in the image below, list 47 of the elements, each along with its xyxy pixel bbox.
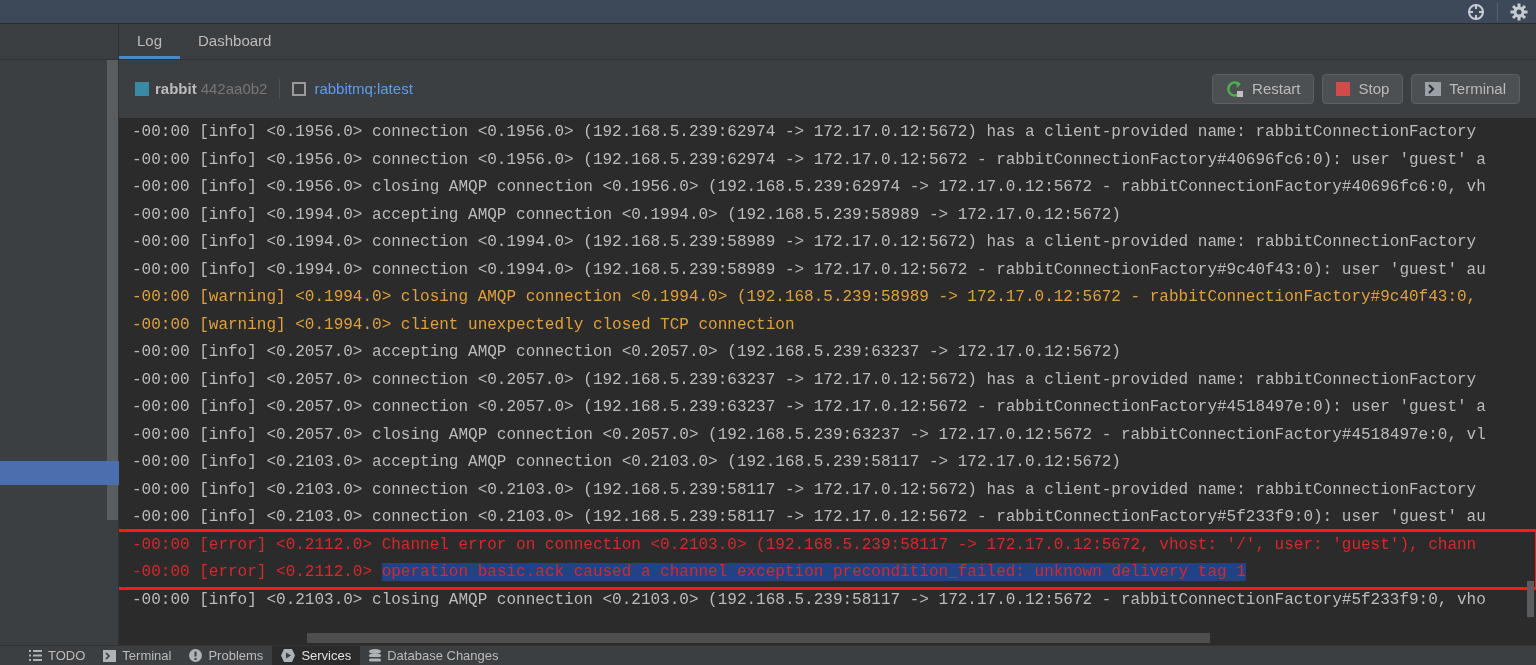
terminal-button[interactable]: Terminal	[1411, 74, 1520, 104]
log-line: -00:00 [info] <0.2057.0> closing AMQP connection <0.2057.0> (192.168.5.239:63237 -> 172.17.0.12:5672 - rabbitConnectionFactory#4518497e:0, vl	[132, 425, 1486, 444]
tool-window-tab[interactable]: Problems	[180, 646, 273, 665]
restart-button[interactable]: Restart	[1212, 74, 1315, 104]
tool-window-tab[interactable]: Services	[272, 646, 361, 665]
log-line: -00:00 [info] <0.2103.0> connection <0.2103.0> (192.168.5.239:58117 -> 172.17.0.12:5672 - rabbitConnectionFactory#5f233f9:0): user 'guest' au	[132, 508, 1486, 526]
log-line: -00:00 [info] <0.2057.0> connection <0.2057.0> (192.168.5.239:63237 -> 172.17.0.12:5672) has a client-provided name: rabbitConnectionFactory	[132, 370, 1477, 389]
database-icon	[369, 648, 382, 663]
restart-icon	[1226, 80, 1245, 98]
log-line: -00:00 [warning] <0.1994.0> client unexpectedly closed TCP connection	[132, 315, 795, 334]
terminal-icon	[103, 649, 117, 662]
container-name: rabbit	[155, 78, 197, 99]
image-link[interactable]: rabbitmq:latest	[314, 77, 413, 101]
terminal-icon	[1425, 82, 1442, 96]
vertical-scrollbar[interactable]	[1527, 581, 1534, 617]
selected-row[interactable]	[0, 461, 119, 485]
crosshair-icon[interactable]	[1467, 2, 1485, 21]
log-line: -00:00 [info] <0.1994.0> connection <0.1994.0> (192.168.5.239:58989 -> 172.17.0.12:5672) has a client-provided name: rabbitConnectionFactory	[132, 233, 1477, 251]
log-line: -00:00 [info] <0.2103.0> closing AMQP connection <0.2103.0> (192.168.5.239:58117 -> 172.17.0.12:5672 - rabbitConnectionFactory#5f233f9:0, vho	[132, 590, 1486, 609]
log-line: -00:00 [info] <0.1994.0> connection <0.1994.0> (192.168.5.239:58989 -> 172.17.0.12:5672 - rabbitConnectionFactory#9c40f43:0): user 'guest' au	[132, 260, 1486, 279]
tab[interactable]: Dashboard	[180, 24, 290, 59]
log-line: -00:00 [info] <0.1956.0> connection <0.1956.0> (192.168.5.239:62974 -> 172.17.0.12:5672 - rabbitConnectionFactory#40696fc6:0): user 'guest' a	[132, 150, 1486, 169]
log-line: -00:00 [info] <0.2057.0> connection <0.2057.0> (192.168.5.239:63237 -> 172.17.0.12:5672 - rabbitConnectionFactory#4518497e:0): user 'guest' a	[132, 398, 1486, 416]
tool-window-tab[interactable]: Database Changes	[360, 646, 508, 665]
services-icon	[281, 649, 296, 662]
tool-window-tab[interactable]: TODO	[20, 646, 95, 665]
container-color-icon	[135, 82, 149, 96]
selected-text: operation basic.ack caused a channel exception precondition_failed: unknown delivery tag 1	[381, 563, 1246, 581]
log-line: -00:00 [info] <0.1956.0> closing AMQP connection <0.1956.0> (192.168.5.239:62974 -> 172.17.0.12:5672 - rabbitConnectionFactory#40696fc6:0, vh	[132, 178, 1486, 196]
log-line: -00:00 [info] <0.2103.0> accepting AMQP connection <0.2103.0> (192.168.5.239:58117 -> 172.17.0.12:5672)	[132, 453, 1121, 471]
horizontal-scrollbar[interactable]	[307, 633, 1210, 643]
stop-icon	[1336, 82, 1351, 96]
tab[interactable]: Log	[119, 24, 181, 59]
settings-icon[interactable]	[1510, 2, 1528, 21]
tool-window-tab[interactable]: Terminal	[94, 646, 181, 665]
log-line: -00:00 [warning] <0.1994.0> closing AMQP connection <0.1994.0> (192.168.5.239:58989 -> 172.17.0.12:5672 - rabbitConnectionFactory#9c40f43:0,	[132, 288, 1477, 306]
problems-icon	[189, 649, 203, 662]
container-id: 442aa0b2	[200, 78, 268, 99]
image-icon	[292, 82, 307, 96]
log-line: -00:00 [info] <0.2103.0> connection <0.2103.0> (192.168.5.239:58117 -> 172.17.0.12:5672) has a client-provided name: rabbitConnectionFactory	[132, 480, 1477, 499]
log-line: -00:00 [error] <0.2112.0>	[132, 563, 373, 581]
log-line: -00:00 [error] <0.2112.0> Channel error on connection <0.2103.0> (192.168.5.239:58117 -> 172.17.0.12:5672, vhost: '/', user: 'guest'), chann	[132, 535, 1477, 554]
log-line: -00:00 [info] <0.1994.0> accepting AMQP connection <0.1994.0> (192.168.5.239:58989 -> 172.17.0.12:5672)	[132, 205, 1121, 224]
log-line: -00:00 [info] <0.1956.0> connection <0.1956.0> (192.168.5.239:62974 -> 172.17.0.12:5672) has a client-provided name: rabbitConnectionFactory	[132, 123, 1477, 141]
todo-icon	[29, 650, 42, 661]
stop-button[interactable]: Stop	[1322, 74, 1404, 104]
log-line: -00:00 [info] <0.2057.0> accepting AMQP connection <0.2057.0> (192.168.5.239:63237 -> 172.17.0.12:5672)	[132, 343, 1121, 361]
